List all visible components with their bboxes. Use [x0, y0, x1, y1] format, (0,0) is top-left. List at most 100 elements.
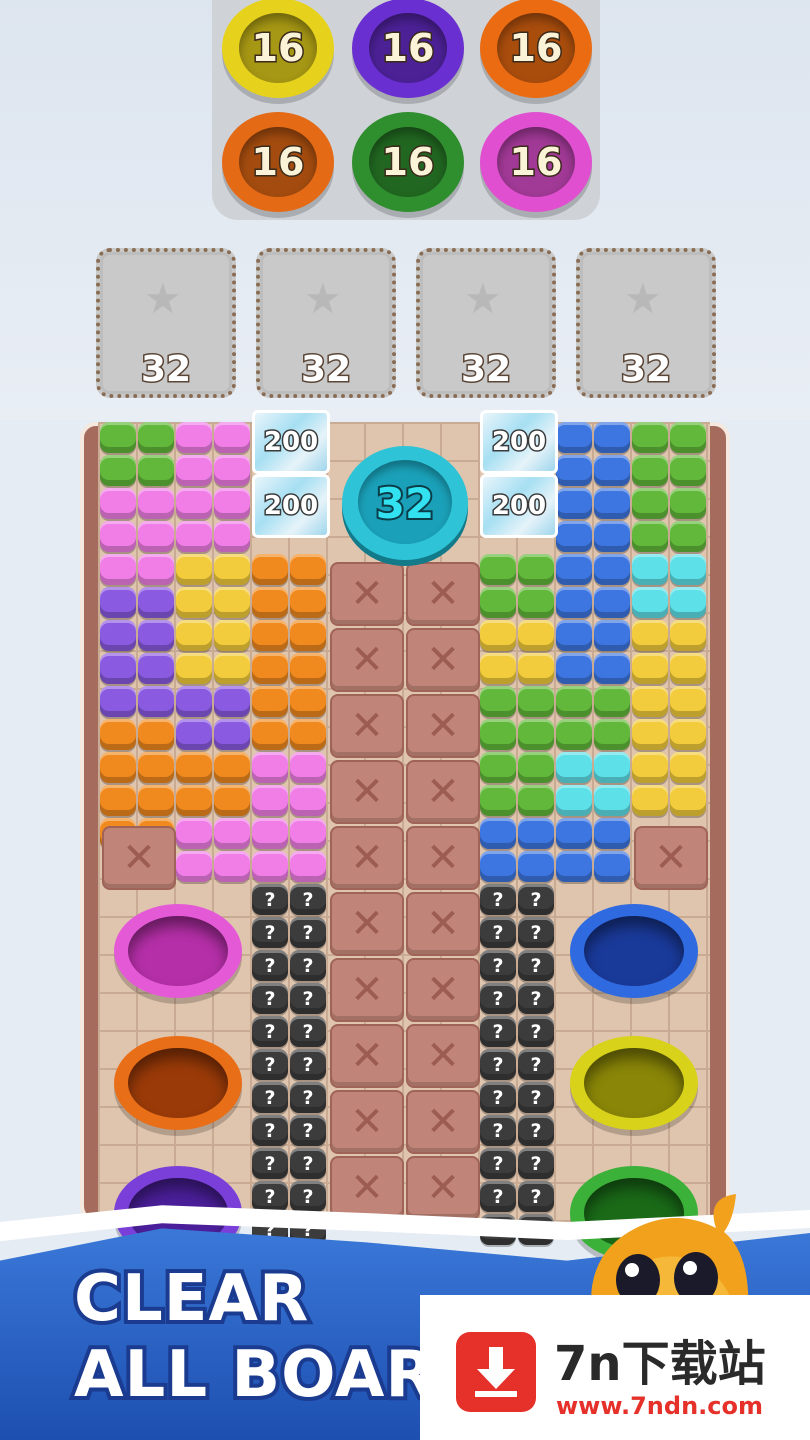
color-block[interactable] [176, 653, 212, 684]
color-block[interactable] [290, 587, 326, 618]
color-block[interactable] [670, 554, 706, 585]
color-block[interactable] [556, 719, 592, 750]
color-block[interactable] [480, 851, 516, 882]
color-block[interactable] [100, 488, 136, 519]
color-block[interactable] [518, 587, 554, 618]
color-block[interactable] [290, 554, 326, 585]
color-block[interactable] [100, 620, 136, 651]
hidden-block[interactable]: ? [480, 950, 516, 981]
hidden-block[interactable]: ? [518, 1148, 554, 1179]
color-block[interactable] [556, 620, 592, 651]
color-block[interactable] [670, 422, 706, 453]
color-block[interactable] [138, 521, 174, 552]
hidden-block[interactable]: ? [480, 884, 516, 915]
color-block[interactable] [670, 521, 706, 552]
hidden-block[interactable]: ? [290, 1148, 326, 1179]
hidden-block[interactable]: ? [480, 917, 516, 948]
color-block[interactable] [670, 752, 706, 783]
color-block[interactable] [214, 719, 250, 750]
hidden-block[interactable]: ? [290, 1016, 326, 1047]
color-block[interactable] [518, 752, 554, 783]
color-block[interactable] [518, 785, 554, 816]
color-block[interactable] [556, 422, 592, 453]
color-block[interactable] [290, 851, 326, 882]
color-block[interactable] [138, 620, 174, 651]
color-block[interactable] [214, 785, 250, 816]
color-block[interactable] [214, 554, 250, 585]
color-block[interactable] [556, 752, 592, 783]
holding-slot[interactable]: ★ 32 [576, 248, 716, 398]
color-block[interactable] [252, 620, 288, 651]
color-block[interactable] [632, 422, 668, 453]
color-block[interactable] [252, 719, 288, 750]
color-block[interactable] [214, 521, 250, 552]
color-block[interactable] [176, 587, 212, 618]
color-block[interactable] [670, 620, 706, 651]
color-block[interactable] [100, 785, 136, 816]
color-block[interactable] [556, 521, 592, 552]
color-block[interactable] [480, 554, 516, 585]
ice-block[interactable]: 200 [252, 410, 330, 474]
color-block[interactable] [290, 719, 326, 750]
color-block[interactable] [100, 587, 136, 618]
hidden-block[interactable]: ? [480, 1016, 516, 1047]
color-block[interactable] [670, 686, 706, 717]
color-block[interactable] [290, 752, 326, 783]
hidden-block[interactable]: ? [252, 917, 288, 948]
hidden-block[interactable]: ? [290, 884, 326, 915]
color-block[interactable] [594, 620, 630, 651]
color-block[interactable] [214, 422, 250, 453]
color-block[interactable] [138, 653, 174, 684]
color-block[interactable] [176, 521, 212, 552]
hidden-block[interactable]: ? [480, 1082, 516, 1113]
color-block[interactable] [252, 785, 288, 816]
color-block[interactable] [556, 554, 592, 585]
color-block[interactable] [290, 653, 326, 684]
color-block[interactable] [556, 851, 592, 882]
hidden-block[interactable]: ? [480, 1049, 516, 1080]
color-block[interactable] [556, 818, 592, 849]
color-block[interactable] [670, 455, 706, 486]
color-block[interactable] [290, 620, 326, 651]
color-block[interactable] [670, 653, 706, 684]
color-block[interactable] [138, 422, 174, 453]
hidden-block[interactable]: ? [518, 1115, 554, 1146]
color-hole[interactable] [114, 1036, 242, 1130]
color-block[interactable] [176, 851, 212, 882]
color-block[interactable] [556, 653, 592, 684]
color-block[interactable] [176, 620, 212, 651]
color-block[interactable] [214, 686, 250, 717]
color-block[interactable] [632, 620, 668, 651]
color-block[interactable] [100, 554, 136, 585]
color-block[interactable] [670, 488, 706, 519]
color-block[interactable] [594, 818, 630, 849]
holding-slot[interactable]: ★ 32 [416, 248, 556, 398]
color-block[interactable] [176, 455, 212, 486]
color-block[interactable] [176, 818, 212, 849]
hidden-block[interactable]: ? [290, 1115, 326, 1146]
hidden-block[interactable]: ? [252, 1115, 288, 1146]
color-block[interactable] [594, 521, 630, 552]
color-block[interactable] [252, 851, 288, 882]
color-block[interactable] [252, 653, 288, 684]
color-block[interactable] [518, 554, 554, 585]
color-block[interactable] [480, 818, 516, 849]
color-block[interactable] [518, 620, 554, 651]
color-block[interactable] [100, 719, 136, 750]
color-block[interactable] [138, 554, 174, 585]
color-block[interactable] [176, 719, 212, 750]
color-hole[interactable] [570, 1036, 698, 1130]
color-block[interactable] [214, 620, 250, 651]
color-block[interactable] [480, 587, 516, 618]
color-block[interactable] [480, 653, 516, 684]
color-block[interactable] [480, 785, 516, 816]
color-block[interactable] [480, 719, 516, 750]
color-block[interactable] [594, 752, 630, 783]
color-block[interactable] [214, 455, 250, 486]
color-block[interactable] [594, 686, 630, 717]
color-block[interactable] [632, 719, 668, 750]
hidden-block[interactable]: ? [290, 983, 326, 1014]
color-block[interactable] [138, 488, 174, 519]
color-block[interactable] [214, 653, 250, 684]
hidden-block[interactable]: ? [252, 1148, 288, 1179]
